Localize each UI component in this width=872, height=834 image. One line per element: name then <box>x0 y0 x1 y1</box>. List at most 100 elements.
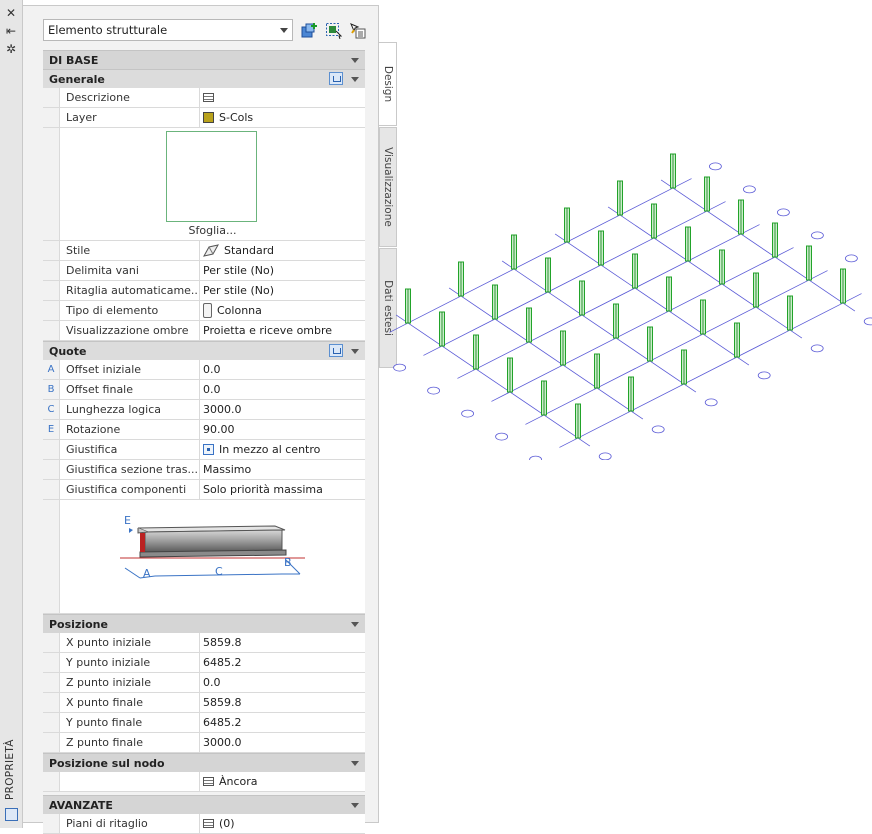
prop-justify-cross-section[interactable]: Giustifica sezione tras... Massimo <box>43 460 365 480</box>
prop-label: Lunghezza logica <box>60 400 200 419</box>
chevron-down-icon[interactable] <box>351 58 359 63</box>
prop-end-y[interactable]: Y punto finale 6485.2 <box>43 713 365 733</box>
prop-value: In mezzo al centro <box>219 443 321 456</box>
column-icon <box>203 303 212 318</box>
browse-button[interactable]: Sfoglia... <box>60 224 365 237</box>
prop-value: (0) <box>219 817 235 830</box>
section-basic-label: DI BASE <box>49 54 99 67</box>
prop-value[interactable]: 6485.2 <box>203 653 242 672</box>
grid-line <box>525 270 828 425</box>
category-general-label: Generale <box>49 73 105 86</box>
chevron-down-icon[interactable] <box>351 349 359 354</box>
prop-value[interactable]: 0.0 <box>203 360 221 379</box>
prop-end-x[interactable]: X punto finale 5859.8 <box>43 693 365 713</box>
grid-bubble <box>776 208 790 217</box>
prop-label: Visualizzazione ombre <box>60 321 200 340</box>
chevron-down-icon[interactable] <box>351 761 359 766</box>
object-type-select[interactable]: Elemento strutturale <box>43 19 293 41</box>
palette-title-bar: ✕ ⇤ ✲ PROPRIETÀ <box>0 0 23 828</box>
select-objects-icon[interactable] <box>349 22 366 39</box>
prop-anchor[interactable]: Àncora <box>43 772 365 792</box>
close-icon[interactable]: ✕ <box>4 6 18 20</box>
chevron-down-icon[interactable] <box>351 622 359 627</box>
category-general[interactable]: Generale <box>43 69 365 88</box>
row-gutter <box>43 440 60 459</box>
prop-value[interactable]: 3000.0 <box>203 733 242 752</box>
category-position[interactable]: Posizione <box>43 614 365 633</box>
prop-justify[interactable]: Giustifica In mezzo al centro <box>43 440 365 460</box>
prop-value: Colonna <box>217 304 262 317</box>
category-dimensions[interactable]: Quote <box>43 341 365 360</box>
display-settings-icon[interactable] <box>329 72 343 85</box>
section-advanced[interactable]: AVANZATE <box>43 795 365 814</box>
prop-value[interactable]: 6485.2 <box>203 713 242 732</box>
prop-value: Standard <box>224 244 275 257</box>
chevron-down-icon[interactable] <box>351 77 359 82</box>
prop-end-offset[interactable]: B Offset finale 0.0 <box>43 380 365 400</box>
prop-trim-planes[interactable]: Piani di ritaglio (0) <box>43 814 365 834</box>
auto-hide-icon[interactable]: ⇤ <box>4 24 18 38</box>
list-icon[interactable] <box>203 777 214 786</box>
prop-description[interactable]: Descrizione <box>43 88 365 108</box>
structural-columns[interactable] <box>405 153 846 439</box>
tab-design-label: Design <box>381 65 394 103</box>
grid-line <box>559 293 862 448</box>
grid-bubble <box>742 185 756 194</box>
prop-start-offset[interactable]: A Offset iniziale 0.0 <box>43 360 365 380</box>
category-node-position[interactable]: Posizione sul nodo <box>43 753 365 772</box>
chevron-down-icon[interactable] <box>280 28 288 33</box>
gear-icon[interactable]: ✲ <box>4 42 18 56</box>
prop-end-z[interactable]: Z punto finale 3000.0 <box>43 733 365 753</box>
row-gutter <box>43 460 60 479</box>
tab-design[interactable]: Design <box>379 42 397 126</box>
prop-rotation[interactable]: E Rotazione 90.00 <box>43 420 365 440</box>
add-selection-icon[interactable] <box>301 22 318 39</box>
palette-title: PROPRIETÀ <box>4 739 16 800</box>
prop-start-z[interactable]: Z punto iniziale 0.0 <box>43 673 365 693</box>
beam-dimension-diagram: E A C B <box>120 514 305 580</box>
row-gutter <box>43 301 60 320</box>
prop-value[interactable]: 0.0 <box>203 673 221 692</box>
prop-layer[interactable]: Layer S-Cols <box>43 108 365 128</box>
prop-trim-automatically[interactable]: Ritaglia automaticame... Per stile (No) <box>43 281 365 301</box>
row-gutter <box>43 88 60 107</box>
prop-logical-length[interactable]: C Lunghezza logica 3000.0 <box>43 400 365 420</box>
prop-value[interactable]: 90.00 <box>203 420 235 439</box>
chevron-down-icon[interactable] <box>351 803 359 808</box>
drawing-viewport[interactable] <box>380 130 872 460</box>
row-gutter <box>43 733 60 752</box>
prop-shadow-display[interactable]: Visualizzazione ombre Proietta e riceve … <box>43 321 365 341</box>
grid-bubble <box>461 409 474 418</box>
prop-value[interactable]: 5859.8 <box>203 633 242 652</box>
quick-select-icon[interactable] <box>325 22 342 39</box>
palette-menu-icon[interactable] <box>5 808 18 821</box>
prop-value: Per stile (No) <box>203 264 274 277</box>
style-preview-image <box>166 131 257 222</box>
list-icon[interactable] <box>203 93 214 102</box>
category-position-label: Posizione <box>49 618 108 631</box>
prop-member-type[interactable]: Tipo di elemento Colonna <box>43 301 365 321</box>
prop-label: Z punto iniziale <box>60 673 200 692</box>
prop-style[interactable]: Stile Standard <box>43 241 365 261</box>
prop-value[interactable]: 0.0 <box>203 380 221 399</box>
prop-label: Offset finale <box>60 380 200 399</box>
prop-label <box>60 772 200 791</box>
list-icon[interactable] <box>203 819 214 828</box>
row-gutter <box>43 261 60 280</box>
prop-value[interactable]: 5859.8 <box>203 693 242 712</box>
section-basic[interactable]: DI BASE <box>43 50 365 69</box>
prop-value[interactable]: 3000.0 <box>203 400 242 419</box>
row-gutter <box>43 653 60 672</box>
row-gutter <box>43 480 60 499</box>
grid-line <box>491 247 794 402</box>
prop-start-x[interactable]: X punto iniziale 5859.8 <box>43 633 365 653</box>
grid-bubble <box>427 386 440 395</box>
prop-start-y[interactable]: Y punto iniziale 6485.2 <box>43 653 365 673</box>
prop-justify-components[interactable]: Giustifica componenti Solo priorità mass… <box>43 480 365 500</box>
display-settings-icon[interactable] <box>329 344 343 357</box>
object-type-value: Elemento strutturale <box>48 23 168 37</box>
prop-value: Proietta e riceve ombre <box>203 324 333 337</box>
prop-value: Solo priorità massima <box>203 483 323 496</box>
prop-bound-spaces[interactable]: Delimita vani Per stile (No) <box>43 261 365 281</box>
row-gutter <box>43 281 60 300</box>
